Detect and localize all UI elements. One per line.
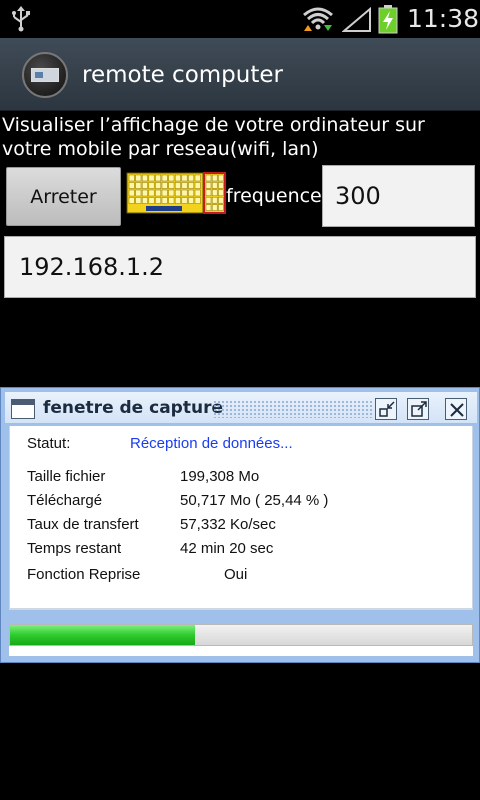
- download-progress-bar: [9, 624, 473, 646]
- time-remaining-label: Temps restant: [27, 540, 122, 557]
- frequency-label: frequence: [226, 185, 322, 207]
- capture-window: fenetre de capture Statut: Réception de …: [0, 387, 480, 663]
- frequency-input[interactable]: 300: [322, 165, 475, 227]
- titlebar-grip: [213, 400, 373, 418]
- capture-window-titlebar[interactable]: fenetre de capture: [5, 392, 477, 424]
- status-clock: 11:38: [407, 4, 480, 33]
- minimize-button[interactable]: [375, 398, 397, 420]
- ip-address-input[interactable]: 192.168.1.2: [4, 236, 476, 298]
- status-value: Réception de données...: [130, 435, 293, 452]
- downloaded-label: Téléchargé: [27, 492, 103, 509]
- close-button[interactable]: [445, 398, 467, 420]
- ip-address-value: 192.168.1.2: [19, 253, 165, 281]
- maximize-button[interactable]: [407, 398, 429, 420]
- transfer-rate-value: 57,332 Ko/sec: [180, 516, 276, 533]
- downloaded-value: 50,717 Mo ( 25,44 % ): [180, 492, 329, 509]
- frequency-value: 300: [335, 182, 381, 210]
- status-label: Statut:: [27, 435, 71, 452]
- maximize-icon: [411, 401, 427, 417]
- file-size-value: 199,308 Mo: [180, 468, 260, 485]
- transfer-rate-label: Taux de transfert: [27, 516, 139, 533]
- capture-window-body: Statut: Réception de données... Taille f…: [9, 426, 473, 608]
- capture-window-frame: fenetre de capture Statut: Réception de …: [0, 387, 480, 663]
- stop-button[interactable]: Arreter: [6, 167, 121, 226]
- signal-icon: [342, 7, 371, 32]
- window-icon: [11, 399, 35, 419]
- app-title: remote computer: [82, 62, 283, 88]
- resume-function-value: Oui: [224, 566, 248, 583]
- usb-icon: [12, 6, 30, 32]
- resume-function-label: Fonction Reprise: [27, 566, 141, 583]
- minimize-icon: [379, 401, 395, 417]
- status-bar: 11:38: [0, 0, 480, 38]
- download-progress-fill: [10, 625, 195, 645]
- time-remaining-value: 42 min 20 sec: [180, 540, 274, 557]
- action-bar: remote computer: [0, 38, 480, 111]
- remote-computer-app-icon[interactable]: [22, 52, 68, 98]
- capture-window-footer: [9, 646, 473, 656]
- divider: [9, 608, 473, 610]
- wifi-icon: [303, 7, 333, 31]
- description-text: Visualiser l’affichage de votre ordinate…: [2, 114, 425, 160]
- battery-charging-icon: [378, 5, 398, 34]
- close-icon: [450, 403, 464, 417]
- file-size-label: Taille fichier: [27, 468, 106, 485]
- capture-window-title: fenetre de capture: [43, 398, 223, 418]
- keyboard-icon[interactable]: [126, 172, 226, 214]
